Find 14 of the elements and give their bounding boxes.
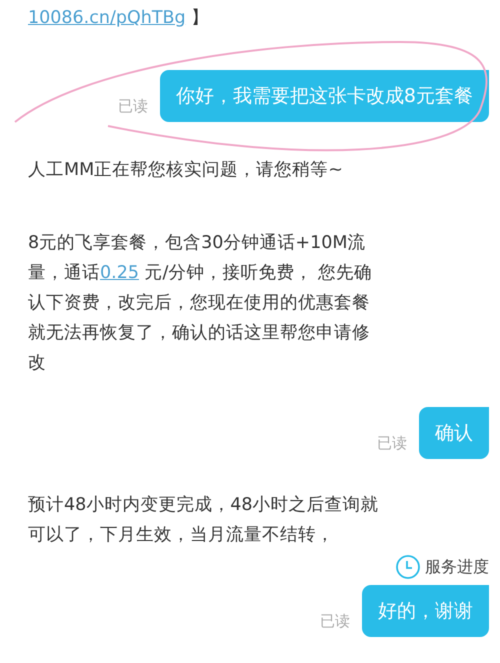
message-bubble: 你好，我需要把这张卡改成8元套餐 <box>160 70 489 122</box>
link[interactable]: 0.25 <box>100 263 139 283</box>
message-bubble: 确认 <box>419 407 489 459</box>
message-text: 预计48小时内变更完成，48小时之后查询就可以了，下月生效，当月流量不结转， <box>28 494 380 547</box>
link[interactable]: 10086.cn/pQhTBg <box>28 8 186 28</box>
read-status: 已读 <box>320 612 350 631</box>
message-text: 8元的飞享套餐，包含30分钟通话+10M流量，通话0.25 元/分钟，接听免费， 您先确认下资费，改完后，您现在使用的优惠套餐就无法再恢复了，确认的话这里帮您申请修改 <box>28 232 373 375</box>
message-bubble: 好的，谢谢 <box>362 585 489 637</box>
read-status: 已读 <box>118 97 148 116</box>
read-status: 已读 <box>377 434 407 453</box>
clock-icon[interactable] <box>395 554 421 580</box>
message-text: 人工MM正在帮您核实问题，请您稍等~ <box>28 159 344 182</box>
service-progress-link[interactable]: 服务进度 <box>425 556 489 578</box>
message-text: 10086.cn/pQhTBg 】 <box>28 7 210 30</box>
